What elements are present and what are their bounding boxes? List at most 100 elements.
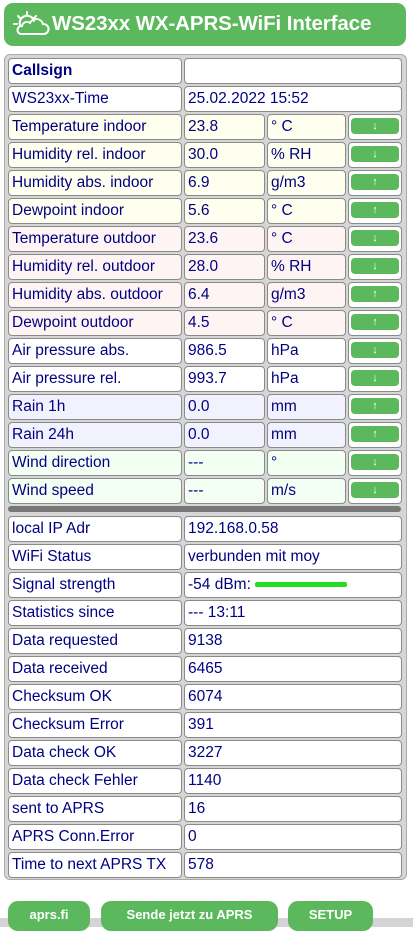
status-value: 391: [184, 712, 402, 738]
weather-unit: hPa: [267, 366, 346, 392]
trend-button[interactable]: ↓: [351, 118, 399, 134]
weather-value: 4.5: [184, 310, 265, 336]
weather-value: 993.7: [184, 366, 265, 392]
status-label: Data check OK: [8, 740, 182, 766]
weather-label: Humidity rel. indoor: [8, 142, 182, 168]
trend-cell: ↓: [348, 366, 402, 392]
weather-unit: °: [267, 450, 346, 476]
trend-cell: ↓: [348, 142, 402, 168]
status-label: Data check Fehler: [8, 768, 182, 794]
time-label: WS23xx-Time: [8, 86, 182, 112]
trend-button[interactable]: ↑: [351, 286, 399, 302]
status-label: APRS Conn.Error: [8, 824, 182, 850]
weather-value: 986.5: [184, 338, 265, 364]
signal-strength-bar: [254, 582, 347, 588]
trend-button[interactable]: ↓: [351, 258, 399, 274]
status-value: --- 13:11: [184, 600, 402, 626]
weather-value: 30.0: [184, 142, 265, 168]
trend-cell: ↓: [348, 478, 402, 504]
status-label: Data requested: [8, 628, 182, 654]
weather-label: Air pressure abs.: [8, 338, 182, 364]
trend-cell: ↑: [348, 422, 402, 448]
weather-label: Air pressure rel.: [8, 366, 182, 392]
trend-button[interactable]: ↓: [351, 146, 399, 162]
trend-button[interactable]: ↓: [351, 230, 399, 246]
status-value: verbunden mit moy: [184, 544, 402, 570]
weather-unit: g/m3: [267, 170, 346, 196]
trend-button[interactable]: ↓: [351, 342, 399, 358]
status-label: Checksum OK: [8, 684, 182, 710]
status-value: 192.168.0.58: [184, 516, 402, 542]
weather-label: Humidity abs. outdoor: [8, 282, 182, 308]
time-value: 25.02.2022 15:52: [184, 86, 402, 112]
status-value: 0: [184, 824, 402, 850]
weather-label: Humidity rel. outdoor: [8, 254, 182, 280]
trend-cell: ↑: [348, 198, 402, 224]
weather-value: 6.4: [184, 282, 265, 308]
signal-strength-cell: -54 dBm:: [184, 572, 402, 598]
weather-value: 28.0: [184, 254, 265, 280]
weather-label: Temperature outdoor: [8, 226, 182, 252]
trend-button[interactable]: ↓: [351, 370, 399, 386]
trend-cell: ↑: [348, 394, 402, 420]
weather-label: Dewpoint indoor: [8, 198, 182, 224]
weather-unit: ° C: [267, 226, 346, 252]
weather-value: ---: [184, 478, 265, 504]
weather-unit: % RH: [267, 254, 346, 280]
weather-unit: m/s: [267, 478, 346, 504]
weather-label: Wind direction: [8, 450, 182, 476]
trend-cell: ↑: [348, 310, 402, 336]
weather-unit: ° C: [267, 114, 346, 140]
status-label: Checksum Error: [8, 712, 182, 738]
status-label: Signal strength: [8, 572, 182, 598]
callsign-label: Callsign: [8, 58, 182, 84]
trend-cell: ↓: [348, 338, 402, 364]
trend-cell: ↓: [348, 450, 402, 476]
trend-cell: ↓: [348, 226, 402, 252]
trend-button[interactable]: ↑: [351, 398, 399, 414]
weather-value: 6.9: [184, 170, 265, 196]
trend-button[interactable]: ↑: [351, 314, 399, 330]
status-label: WiFi Status: [8, 544, 182, 570]
weather-value: 0.0: [184, 422, 265, 448]
app-header: WS23xx WX-APRS-WiFi Interface: [4, 3, 406, 46]
weather-label: Temperature indoor: [8, 114, 182, 140]
status-value: 9138: [184, 628, 402, 654]
status-value: 578: [184, 852, 402, 878]
section-divider: [8, 506, 401, 512]
status-label: local IP Adr: [8, 516, 182, 542]
status-value: 6465: [184, 656, 402, 682]
trend-button[interactable]: ↑: [351, 202, 399, 218]
weather-value: 23.6: [184, 226, 265, 252]
weather-label: Humidity abs. indoor: [8, 170, 182, 196]
trend-cell: ↑: [348, 170, 402, 196]
trend-button[interactable]: ↑: [351, 426, 399, 442]
weather-label: Dewpoint outdoor: [8, 310, 182, 336]
page-title: WS23xx WX-APRS-WiFi Interface: [52, 12, 372, 35]
status-label: Time to next APRS TX: [8, 852, 182, 878]
status-label: Statistics since: [8, 600, 182, 626]
status-value: 3227: [184, 740, 402, 766]
weather-unit: % RH: [267, 142, 346, 168]
weather-value: ---: [184, 450, 265, 476]
trend-cell: ↑: [348, 282, 402, 308]
weather-label: Wind speed: [8, 478, 182, 504]
trend-button[interactable]: ↓: [351, 454, 399, 470]
weather-label: Rain 24h: [8, 422, 182, 448]
trend-cell: ↓: [348, 254, 402, 280]
weather-unit: ° C: [267, 310, 346, 336]
callsign-field[interactable]: [184, 58, 402, 84]
status-value: 1140: [184, 768, 402, 794]
weather-value: 5.6: [184, 198, 265, 224]
trend-cell: ↓: [348, 114, 402, 140]
status-value: 16: [184, 796, 402, 822]
status-label: Data received: [8, 656, 182, 682]
weather-unit: mm: [267, 394, 346, 420]
weather-label: Rain 1h: [8, 394, 182, 420]
signal-strength-value: -54 dBm:: [188, 576, 251, 593]
weather-unit: hPa: [267, 338, 346, 364]
trend-button[interactable]: ↑: [351, 174, 399, 190]
trend-button[interactable]: ↓: [351, 482, 399, 498]
cloud-sun-icon: [13, 11, 50, 35]
weather-unit: g/m3: [267, 282, 346, 308]
